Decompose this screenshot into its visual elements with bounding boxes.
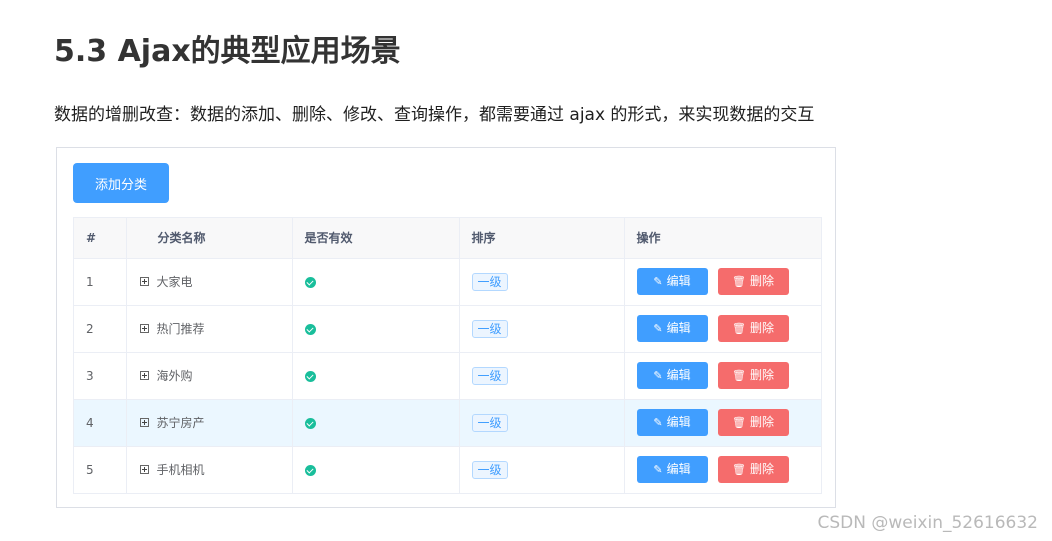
category-name: 手机相机 xyxy=(156,463,205,478)
row-sort-cell: 一级 xyxy=(459,399,625,447)
column-header-actions: 操作 xyxy=(624,218,821,259)
row-name-cell: 苏宁房产 xyxy=(126,399,293,447)
check-circle-icon xyxy=(304,417,316,429)
row-actions-cell: ✎ 编辑 🗑 删除 xyxy=(624,399,821,447)
table-row: 3 海外购 一级 ✎ 编辑 🗑 删除 xyxy=(74,352,821,400)
column-header-valid: 是否有效 xyxy=(292,218,460,259)
row-sort-cell: 一级 xyxy=(459,258,625,306)
row-actions-cell: ✎ 编辑 🗑 删除 xyxy=(624,305,821,353)
row-valid-cell xyxy=(292,258,460,306)
delete-label: 删除 xyxy=(749,368,774,382)
table-row: 4 苏宁房产 一级 ✎ 编辑 🗑 删除 xyxy=(74,399,821,447)
trash-icon: 🗑 xyxy=(732,369,746,382)
delete-label: 删除 xyxy=(749,462,774,477)
edit-label: 编辑 xyxy=(666,462,691,477)
level-tag: 一级 xyxy=(471,366,508,385)
row-name-cell: 海外购 xyxy=(126,352,293,400)
edit-button[interactable]: ✎ 编辑 xyxy=(636,409,708,436)
column-header-name: 分类名称 xyxy=(126,218,293,259)
row-name-cell: 热门推荐 xyxy=(126,305,293,353)
row-actions-cell: ✎ 编辑 🗑 删除 xyxy=(624,352,821,400)
delete-button[interactable]: 🗑 删除 xyxy=(717,315,789,342)
category-name: 苏宁房产 xyxy=(156,416,205,430)
trash-icon: 🗑 xyxy=(732,463,746,477)
row-sort-cell: 一级 xyxy=(459,446,625,493)
delete-label: 删除 xyxy=(749,274,774,288)
category-table: # 分类名称 是否有效 排序 操作 1 大家电 一级 ✎ 编辑 🗑 删除 2 热… xyxy=(73,217,822,494)
pencil-icon: ✎ xyxy=(653,463,663,477)
category-name: 热门推荐 xyxy=(156,322,205,336)
category-name: 海外购 xyxy=(156,369,193,383)
column-header-sort: 排序 xyxy=(459,218,625,259)
delete-label: 删除 xyxy=(749,415,774,429)
delete-button[interactable]: 🗑 删除 xyxy=(717,362,789,389)
delete-button[interactable]: 🗑 删除 xyxy=(717,268,789,295)
pencil-icon: ✎ xyxy=(653,369,663,382)
row-valid-cell xyxy=(292,352,460,400)
plus-square-icon[interactable] xyxy=(139,371,149,380)
check-circle-icon xyxy=(304,323,316,335)
pencil-icon: ✎ xyxy=(653,416,663,429)
table-row: 5 手机相机 一级 ✎ 编辑 🗑 删除 xyxy=(74,446,821,493)
level-tag: 一级 xyxy=(471,460,508,479)
delete-button[interactable]: 🗑 删除 xyxy=(717,456,789,484)
edit-label: 编辑 xyxy=(666,415,691,429)
row-index: 1 xyxy=(74,258,127,306)
plus-square-icon[interactable] xyxy=(139,324,149,333)
row-valid-cell xyxy=(292,446,460,493)
edit-label: 编辑 xyxy=(666,321,691,335)
plus-square-icon[interactable] xyxy=(139,418,149,427)
add-category-button[interactable]: 添加分类 xyxy=(73,163,169,203)
edit-button[interactable]: ✎ 编辑 xyxy=(636,456,708,484)
row-name-cell: 大家电 xyxy=(126,258,293,306)
check-circle-icon xyxy=(304,276,316,288)
row-index: 3 xyxy=(74,352,127,400)
check-circle-icon xyxy=(304,370,316,382)
edit-button[interactable]: ✎ 编辑 xyxy=(636,362,708,389)
demo-screenshot-card: 添加分类 # 分类名称 是否有效 排序 操作 1 大家电 一级 ✎ 编辑 🗑 删… xyxy=(56,147,836,508)
article-heading: 5.3 Ajax的典型应用场景 xyxy=(54,34,401,69)
row-index: 2 xyxy=(74,305,127,353)
row-actions-cell: ✎ 编辑 🗑 删除 xyxy=(624,258,821,306)
category-name: 大家电 xyxy=(156,275,193,289)
row-index: 4 xyxy=(74,399,127,447)
row-sort-cell: 一级 xyxy=(459,305,625,353)
trash-icon: 🗑 xyxy=(732,322,746,335)
level-tag: 一级 xyxy=(471,272,508,291)
row-name-cell: 手机相机 xyxy=(126,446,293,493)
article-paragraph: 数据的增删改查：数据的添加、删除、修改、查询操作，都需要通过 ajax 的形式，… xyxy=(54,105,815,125)
level-tag: 一级 xyxy=(471,413,508,432)
column-header-index: # xyxy=(74,218,127,259)
check-circle-icon xyxy=(304,464,316,476)
trash-icon: 🗑 xyxy=(732,416,746,429)
edit-label: 编辑 xyxy=(666,368,691,382)
row-valid-cell xyxy=(292,305,460,353)
edit-button[interactable]: ✎ 编辑 xyxy=(636,315,708,342)
edit-label: 编辑 xyxy=(666,274,691,288)
level-tag: 一级 xyxy=(471,319,508,338)
table-row: 1 大家电 一级 ✎ 编辑 🗑 删除 xyxy=(74,258,821,306)
pencil-icon: ✎ xyxy=(653,275,663,288)
row-index: 5 xyxy=(74,446,127,493)
row-valid-cell xyxy=(292,399,460,447)
table-row: 2 热门推荐 一级 ✎ 编辑 🗑 删除 xyxy=(74,305,821,353)
table-header-row: # 分类名称 是否有效 排序 操作 xyxy=(74,218,821,259)
delete-button[interactable]: 🗑 删除 xyxy=(717,409,789,436)
delete-label: 删除 xyxy=(749,321,774,335)
pencil-icon: ✎ xyxy=(653,322,663,335)
row-sort-cell: 一级 xyxy=(459,352,625,400)
trash-icon: 🗑 xyxy=(732,275,746,288)
row-actions-cell: ✎ 编辑 🗑 删除 xyxy=(624,446,821,493)
csdn-watermark: CSDN @weixin_52616632 xyxy=(817,513,1038,533)
plus-square-icon[interactable] xyxy=(139,277,149,286)
plus-square-icon[interactable] xyxy=(139,465,149,475)
edit-button[interactable]: ✎ 编辑 xyxy=(636,268,708,295)
